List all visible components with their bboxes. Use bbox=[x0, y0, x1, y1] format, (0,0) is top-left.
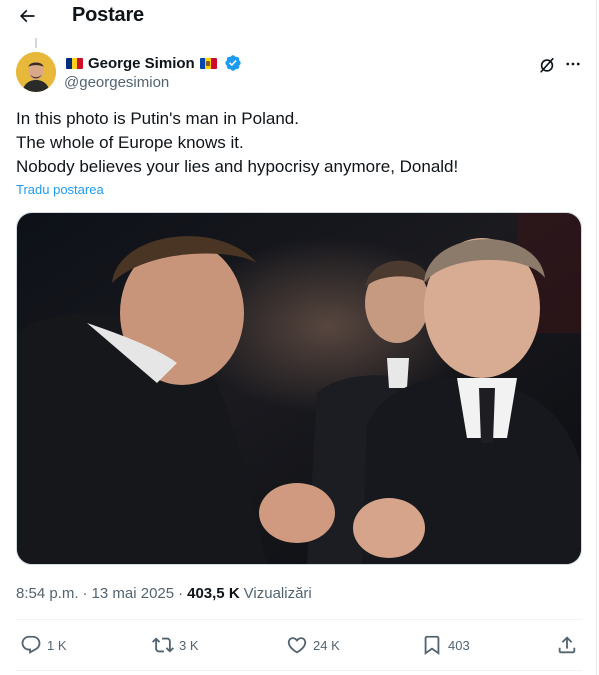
views-count: 403,5 K bbox=[187, 585, 240, 602]
repost-button[interactable]: 3 K bbox=[152, 628, 199, 662]
divider bbox=[16, 619, 582, 620]
arrow-left-icon bbox=[19, 9, 35, 23]
post-photo[interactable] bbox=[16, 212, 582, 565]
page-title: Postare bbox=[72, 4, 144, 26]
post-text-line: In this photo is Putin's man in Poland. bbox=[16, 109, 299, 128]
views-label: Vizualizări bbox=[243, 585, 312, 602]
post-text-line: The whole of Europe knows it. bbox=[16, 133, 244, 152]
romania-flag-icon bbox=[66, 57, 83, 69]
repost-count: 3 K bbox=[179, 637, 199, 653]
share-button[interactable] bbox=[556, 628, 578, 662]
author-name[interactable]: George Simion bbox=[88, 55, 195, 72]
moldova-flag-icon bbox=[199, 57, 217, 69]
translate-post-link[interactable]: Tradu postarea bbox=[16, 182, 104, 197]
more-options-button[interactable] bbox=[561, 52, 585, 76]
heart-icon bbox=[287, 637, 307, 654]
post-text: In this photo is Putin's man in Poland. … bbox=[16, 107, 576, 179]
page-header: Postare bbox=[0, 0, 597, 32]
author-name-row: George Simion bbox=[64, 53, 242, 73]
meta-separator: · bbox=[178, 585, 184, 602]
reply-button[interactable]: 1 K bbox=[20, 628, 67, 662]
grok-icon bbox=[540, 57, 554, 73]
grok-button[interactable] bbox=[536, 54, 558, 76]
repost-icon bbox=[152, 637, 174, 653]
like-count: 24 K bbox=[313, 637, 340, 653]
bookmark-icon bbox=[424, 635, 440, 656]
divider bbox=[16, 670, 582, 671]
post-time[interactable]: 8:54 p.m. bbox=[16, 585, 79, 602]
bookmark-count: 403 bbox=[448, 637, 470, 653]
post-meta: 8:54 p.m. · 13 mai 2025 · 403,5 K Vizual… bbox=[16, 585, 312, 602]
post-actions: 1 K 3 K 24 K 403 bbox=[16, 628, 582, 662]
more-dots-icon bbox=[566, 62, 580, 66]
share-icon bbox=[558, 636, 576, 654]
reply-icon bbox=[21, 635, 41, 654]
author-handle[interactable]: @georgesimion bbox=[64, 74, 169, 91]
thread-connector-line bbox=[35, 38, 37, 48]
post-detail-view: Postare George Simion @georgesimion In t… bbox=[0, 0, 597, 675]
like-button[interactable]: 24 K bbox=[286, 628, 340, 662]
verified-badge-icon bbox=[224, 55, 241, 71]
reply-count: 1 K bbox=[47, 637, 67, 653]
back-button[interactable] bbox=[12, 1, 42, 31]
post-text-line: Nobody believes your lies and hypocrisy … bbox=[16, 157, 459, 176]
meta-separator: · bbox=[82, 585, 88, 602]
post-date[interactable]: 13 mai 2025 bbox=[92, 585, 175, 602]
bookmark-button[interactable]: 403 bbox=[421, 628, 470, 662]
avatar[interactable] bbox=[16, 52, 56, 92]
